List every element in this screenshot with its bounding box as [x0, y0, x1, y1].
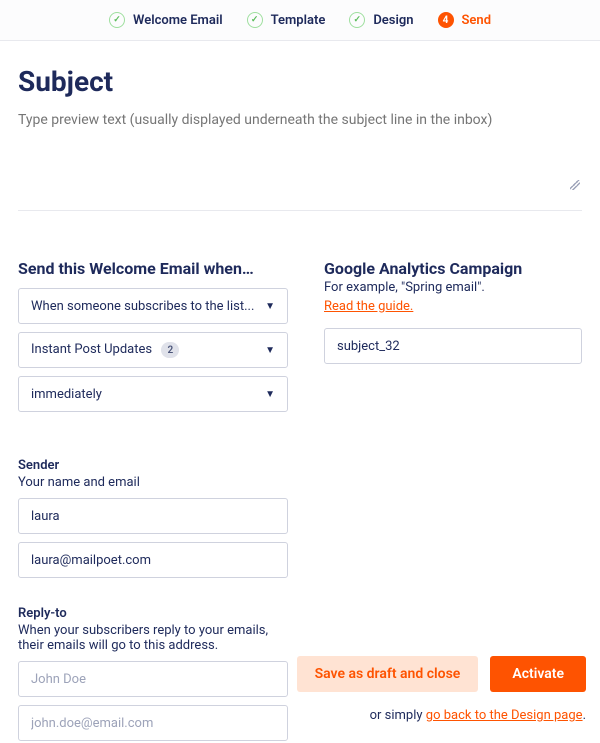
divider: [18, 210, 582, 211]
check-icon: ✓: [349, 12, 365, 28]
subject-heading: Subject: [18, 65, 582, 98]
reply-name-input[interactable]: [18, 661, 288, 697]
chevron-down-icon: ▼: [265, 389, 275, 400]
step-number-badge: 4: [438, 12, 454, 28]
trigger-delay-select[interactable]: immediately ▼: [18, 376, 288, 412]
back-to-design-link[interactable]: go back to the Design page: [426, 708, 583, 723]
step-label: Design: [373, 13, 413, 28]
preview-text-input[interactable]: [18, 112, 582, 150]
ga-guide-link[interactable]: Read the guide.: [324, 299, 413, 314]
button-row: Save as draft and close Activate: [297, 656, 586, 692]
resize-handle-icon[interactable]: [570, 180, 580, 190]
preview-text-wrapper: [18, 112, 582, 192]
sender-name-input[interactable]: [18, 498, 288, 534]
footer-or-text: or simply: [370, 708, 426, 723]
left-column: Send this Welcome Email when… When someo…: [18, 259, 288, 741]
select-value: immediately: [31, 387, 102, 402]
step-send[interactable]: 4 Send: [438, 12, 492, 28]
sender-description: Your name and email: [18, 475, 288, 490]
select-value: When someone subscribes to the list...: [31, 299, 254, 314]
count-badge: 2: [161, 342, 179, 358]
trigger-list-select[interactable]: Instant Post Updates 2 ▼: [18, 332, 288, 368]
sender-section: Sender Your name and email: [18, 458, 288, 578]
activate-button[interactable]: Activate: [490, 656, 586, 692]
step-label: Send: [462, 13, 492, 28]
trigger-title: Send this Welcome Email when…: [18, 259, 288, 278]
wizard-steps: ✓ Welcome Email ✓ Template ✓ Design 4 Se…: [0, 0, 600, 41]
footer-text: or simply go back to the Design page.: [297, 708, 586, 723]
main-content: Subject Send this Welcome Email when… Wh…: [0, 41, 600, 741]
reply-title: Reply-to: [18, 606, 288, 621]
step-label: Template: [271, 13, 326, 28]
reply-section: Reply-to When your subscribers reply to …: [18, 606, 288, 741]
ga-campaign-input[interactable]: [324, 328, 582, 364]
chevron-down-icon: ▼: [265, 345, 275, 356]
step-design[interactable]: ✓ Design: [349, 12, 413, 28]
step-label: Welcome Email: [133, 13, 223, 28]
footer-actions: Save as draft and close Activate or simp…: [297, 656, 586, 723]
chevron-down-icon: ▼: [265, 301, 275, 312]
step-template[interactable]: ✓ Template: [247, 12, 326, 28]
sender-title: Sender: [18, 458, 288, 473]
step-welcome-email[interactable]: ✓ Welcome Email: [109, 12, 223, 28]
select-value: Instant Post Updates 2: [31, 342, 179, 359]
check-icon: ✓: [109, 12, 125, 28]
reply-description: When your subscribers reply to your emai…: [18, 623, 288, 653]
sender-email-input[interactable]: [18, 542, 288, 578]
reply-email-input[interactable]: [18, 705, 288, 741]
check-icon: ✓: [247, 12, 263, 28]
ga-example: For example, "Spring email".: [324, 280, 582, 295]
ga-title: Google Analytics Campaign: [324, 259, 582, 278]
save-draft-button[interactable]: Save as draft and close: [297, 656, 479, 692]
trigger-event-select[interactable]: When someone subscribes to the list... ▼: [18, 288, 288, 324]
